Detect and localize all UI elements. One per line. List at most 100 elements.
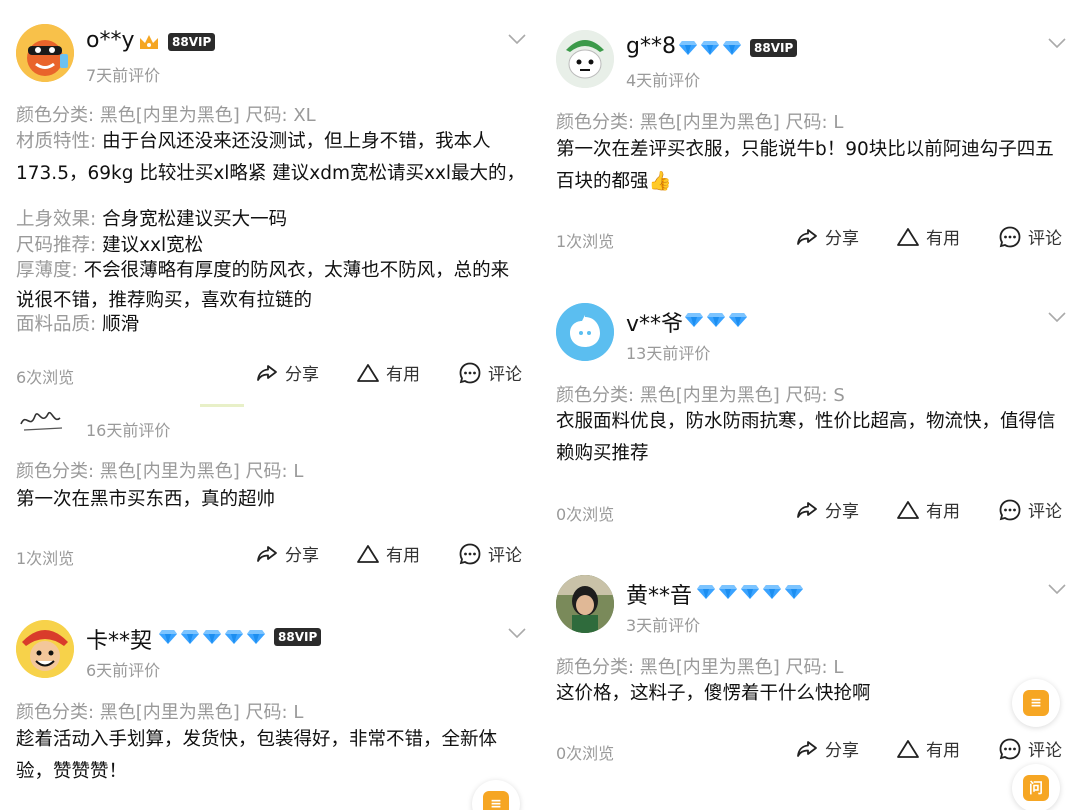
review-spec: 颜色分类: 黑色[内里为黑色] 尺码: L — [16, 461, 304, 482]
share-button[interactable]: 分享 — [795, 736, 859, 761]
view-count: 1次浏览 — [16, 549, 75, 568]
review-time: 13天前评价 — [626, 344, 711, 363]
detail-label: 材质特性: — [16, 131, 103, 152]
review-spec: 颜色分类: 黑色[内里为黑色] 尺码: S — [556, 385, 845, 406]
diamond-icon — [678, 40, 698, 56]
note-icon: ≡ — [483, 791, 509, 810]
useful-icon — [896, 225, 920, 249]
chevron-down-icon[interactable] — [1048, 584, 1066, 594]
comment-button[interactable]: 评论 — [998, 736, 1062, 761]
share-button[interactable]: 分享 — [255, 360, 319, 385]
review-spec: 颜色分类: 黑色[内里为黑色] 尺码: L — [16, 702, 304, 723]
chevron-down-icon[interactable] — [508, 34, 526, 44]
username: 卡**契 — [86, 629, 153, 654]
comment-button[interactable]: 评论 — [998, 224, 1062, 249]
detail-label: 厚薄度: — [16, 260, 84, 281]
review-time: 7天前评价 — [86, 66, 161, 85]
review-text: 第一次在黑市买东西，真的超帅 — [16, 489, 276, 510]
useful-label: 有用 — [386, 365, 420, 385]
share-button[interactable]: 分享 — [255, 541, 319, 566]
diamond-icon — [740, 584, 760, 600]
avatar[interactable] — [556, 30, 614, 88]
review-details-cont2: 厚薄度: 不会很薄略有厚度的防风衣，太薄也不防风，总的来说很不错，推荐购买，喜欢… — [16, 256, 526, 316]
useful-label: 有用 — [926, 229, 960, 249]
detail-value: 合身宽松建议买大一码 — [102, 209, 288, 230]
detail-value: 顺滑 — [102, 314, 140, 335]
useful-button[interactable]: 有用 — [896, 497, 960, 522]
vip-badge: 88VIP — [750, 39, 798, 57]
avatar[interactable] — [18, 404, 68, 434]
useful-button[interactable]: 有用 — [356, 360, 420, 385]
chevron-down-icon[interactable] — [508, 628, 526, 638]
chevron-down-icon[interactable] — [1048, 312, 1066, 322]
useful-icon — [896, 498, 920, 522]
detail-value: 不会很薄略有厚度的防风衣，太薄也不防风，总的来说很不错，推荐购买，喜欢有拉链的 — [16, 260, 510, 311]
view-count: 0次浏览 — [556, 744, 615, 763]
username: 黄**音 — [626, 584, 693, 609]
comment-button[interactable]: 评论 — [458, 360, 522, 385]
floating-note-button[interactable]: ≡ — [1012, 679, 1060, 727]
username: o**y — [86, 28, 135, 53]
useful-label: 有用 — [386, 546, 420, 566]
review-spec: 颜色分类: 黑色[内里为黑色] 尺码: L — [556, 657, 844, 678]
chevron-down-icon[interactable] — [1048, 38, 1066, 48]
crown-icon — [140, 35, 158, 49]
diamond-icon — [696, 584, 716, 600]
diamond-icon — [718, 584, 738, 600]
comment-button[interactable]: 评论 — [458, 541, 522, 566]
comment-icon — [998, 225, 1022, 249]
username: g**8 — [626, 34, 676, 59]
user-badges: 88VIP — [678, 36, 798, 60]
share-label: 分享 — [825, 741, 859, 761]
ask-label: 问 — [1023, 775, 1049, 801]
diamond-icon — [706, 312, 726, 328]
share-icon — [255, 542, 279, 566]
vip-badge: 88VIP — [168, 33, 216, 51]
review-text: 第一次在差评买衣服，只能说牛b！90块比以前阿迪勾子四五百块的都强👍 — [556, 139, 1054, 192]
user-badges: 88VIP — [134, 30, 216, 54]
avatar[interactable] — [16, 24, 74, 82]
review-details: 材质特性: 由于台风还没来还没测试，但上身不错，我本人173.5，69kg 比较… — [16, 126, 526, 190]
diamond-icon — [728, 312, 748, 328]
avatar[interactable] — [556, 303, 614, 361]
comment-label: 评论 — [488, 365, 522, 385]
diamond-icon — [246, 629, 266, 645]
detail-line: 厚薄度: 不会很薄略有厚度的防风衣，太薄也不防风，总的来说很不错，推荐购买，喜欢… — [16, 256, 526, 316]
comment-icon — [998, 737, 1022, 761]
useful-icon — [356, 361, 380, 385]
comment-icon — [458, 361, 482, 385]
share-icon — [795, 737, 819, 761]
view-count: 1次浏览 — [556, 232, 615, 251]
comment-label: 评论 — [1028, 229, 1062, 249]
comment-button[interactable]: 评论 — [998, 497, 1062, 522]
useful-button[interactable]: 有用 — [896, 224, 960, 249]
comment-label: 评论 — [488, 546, 522, 566]
useful-label: 有用 — [926, 502, 960, 522]
review-time: 6天前评价 — [86, 661, 161, 680]
note-icon: ≡ — [1023, 690, 1049, 716]
diamond-icon — [784, 584, 804, 600]
share-button[interactable]: 分享 — [795, 497, 859, 522]
review-time: 3天前评价 — [626, 616, 701, 635]
detail-line: 材质特性: 由于台风还没来还没测试，但上身不错，我本人173.5，69kg 比较… — [16, 126, 526, 190]
review-text: 趁着活动入手划算，发货快，包装得好，非常不错，全新体验，赞赞赞！ — [16, 729, 498, 782]
user-badges — [696, 580, 804, 604]
divider — [200, 404, 244, 407]
view-count: 0次浏览 — [556, 505, 615, 524]
avatar[interactable] — [556, 575, 614, 633]
floating-ask-button[interactable]: 问 — [1012, 764, 1060, 810]
detail-value: 建议xxl宽松 — [102, 235, 204, 256]
comment-icon — [458, 542, 482, 566]
useful-button[interactable]: 有用 — [896, 736, 960, 761]
share-button[interactable]: 分享 — [795, 224, 859, 249]
comment-label: 评论 — [1028, 502, 1062, 522]
left-review-column: o**y 88VIP 7天前评价 颜色分类: 黑色[内里为黑色] 尺码: XL … — [0, 0, 540, 810]
share-label: 分享 — [285, 365, 319, 385]
useful-label: 有用 — [926, 741, 960, 761]
useful-button[interactable]: 有用 — [356, 541, 420, 566]
comment-label: 评论 — [1028, 741, 1062, 761]
user-badges: 88VIP — [158, 625, 322, 649]
useful-icon — [896, 737, 920, 761]
diamond-icon — [762, 584, 782, 600]
avatar[interactable] — [16, 620, 74, 678]
